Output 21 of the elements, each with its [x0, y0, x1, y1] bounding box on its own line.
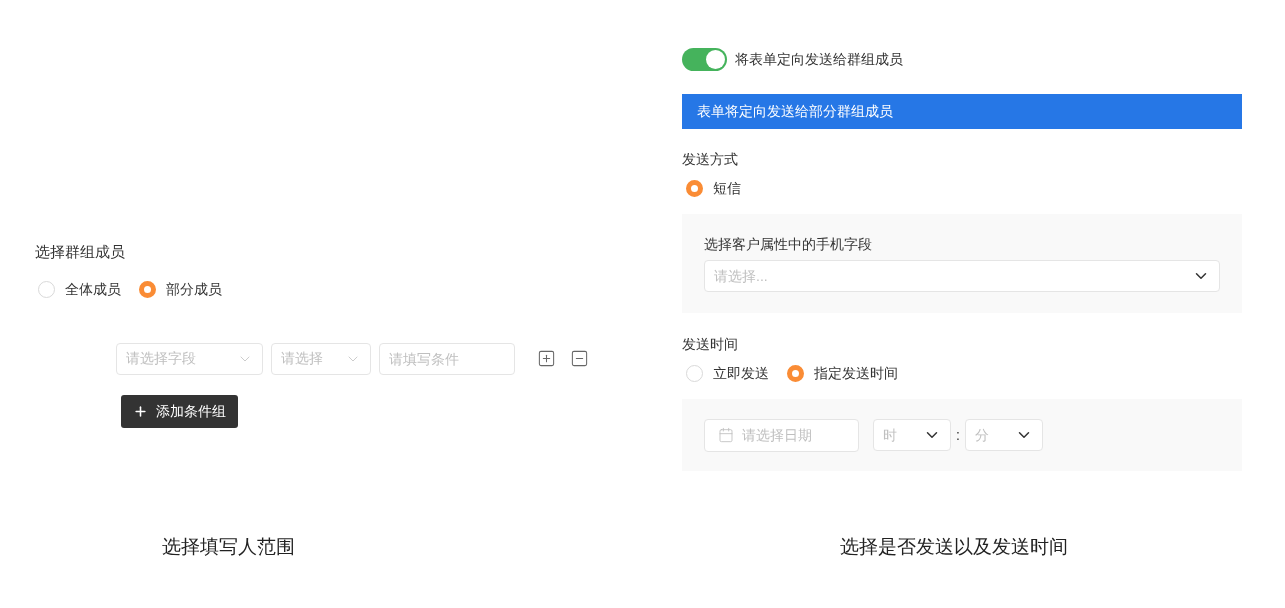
toggle-label: 将表单定向发送给群组成员 — [735, 50, 903, 69]
section-label: 选择群组成员 — [35, 242, 126, 262]
radio-option[interactable]: 短信 — [686, 178, 741, 199]
section-label: 发送方式 — [682, 150, 739, 169]
field-label: 选择客户属性中的手机字段 — [704, 235, 873, 254]
plus-icon — [133, 403, 148, 419]
section-label: 发送时间 — [682, 335, 739, 354]
toggle-switch[interactable] — [682, 48, 727, 71]
radio-option[interactable]: 部分成员 — [139, 278, 222, 300]
radio-option[interactable]: 立即发送 — [686, 363, 769, 384]
caption: 选择是否发送以及发送时间 — [840, 534, 1069, 559]
add-group-button[interactable]: 添加条件组 — [121, 394, 238, 428]
add-icon[interactable] — [537, 349, 556, 368]
time-separator: : — [956, 425, 960, 445]
condition-input[interactable]: 请填写条件 — [379, 342, 515, 375]
caption: 选择填写人范围 — [162, 534, 296, 559]
calendar-icon — [718, 427, 734, 443]
remove-icon[interactable] — [570, 349, 589, 368]
info-banner: 表单将定向发送给部分群组成员 — [682, 94, 1242, 129]
radio-option[interactable]: 指定发送时间 — [787, 363, 898, 384]
radio-option[interactable]: 全体成员 — [38, 278, 121, 300]
